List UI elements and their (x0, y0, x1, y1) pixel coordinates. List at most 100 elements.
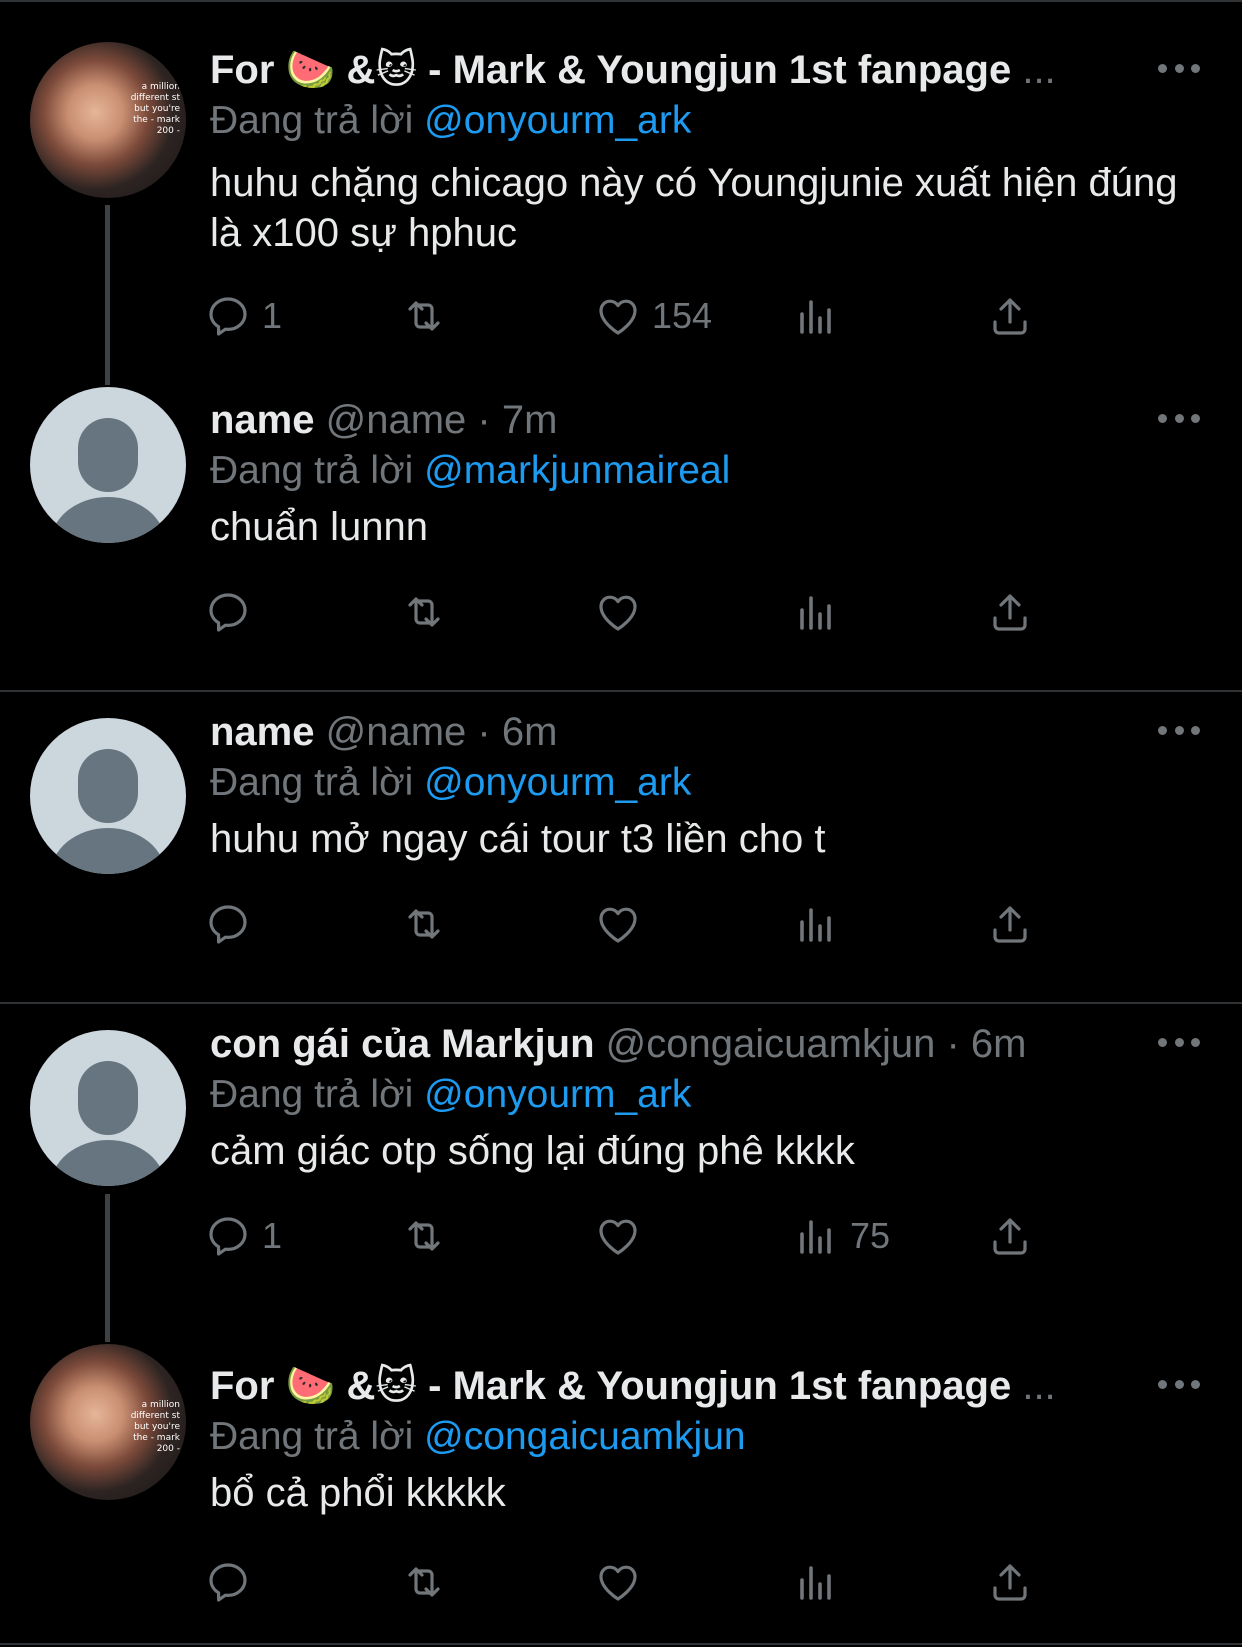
timestamp[interactable]: 6m (971, 1022, 1027, 1066)
user-handle[interactable]: @name (326, 710, 467, 754)
like-button[interactable] (594, 1552, 652, 1612)
more-options-icon[interactable] (1158, 1380, 1200, 1392)
reply-icon (209, 593, 247, 632)
share-button[interactable] (986, 1552, 1034, 1612)
retweet-icon (408, 301, 440, 331)
reply-icon (209, 1563, 247, 1602)
views-button[interactable] (792, 894, 850, 954)
avatar[interactable] (30, 387, 186, 543)
tweet-divider (0, 1002, 1242, 1004)
replying-prefix: Đang trả lời (210, 761, 414, 804)
avatar[interactable]: a million different st but you're the - … (30, 42, 186, 198)
display-name[interactable]: con gái của Markjun (210, 1022, 595, 1066)
more-options-icon[interactable] (1158, 726, 1200, 738)
reply-button[interactable]: 1 (204, 286, 282, 346)
tweet-header: name @name · 7m (210, 392, 1092, 448)
timestamp[interactable]: 6m (502, 710, 558, 754)
avatar[interactable] (30, 1030, 186, 1186)
replying-to-mention[interactable]: @markjunmaireal (424, 449, 730, 492)
tweet-text: huhu chặng chicago này có Youngjunie xuấ… (210, 161, 1178, 255)
retweet-button[interactable] (400, 1206, 458, 1266)
views-button[interactable] (792, 582, 850, 642)
display-name[interactable]: For 🍉 &🐱 - Mark & Youngjun 1st fanpage (210, 48, 1011, 92)
avatar[interactable] (30, 718, 186, 874)
views-button[interactable]: 75 (792, 1206, 890, 1266)
share-icon (993, 906, 1027, 943)
tweet-header: con gái của Markjun @congaicuamkjun · 6m (210, 1016, 1072, 1072)
more-options-icon[interactable] (1158, 1038, 1200, 1050)
avatar-overlay-text: a million different st but you're the - … (130, 1400, 180, 1454)
replying-to: Đang trả lời @congaicuamkjun (210, 1410, 746, 1464)
more-options-icon[interactable] (1158, 414, 1200, 426)
default-avatar-icon (50, 418, 166, 543)
share-button[interactable] (986, 582, 1034, 642)
views-icon (800, 1220, 831, 1254)
display-name[interactable]: For 🍉 &🐱 - Mark & Youngjun 1st fanpage (210, 1364, 1011, 1408)
action-bar (209, 582, 1090, 642)
action-bar: 1 75 (209, 1206, 1090, 1266)
avatar-overlay-text: a million different st but you're the - … (130, 82, 180, 136)
timestamp[interactable]: 7m (502, 398, 558, 442)
display-name[interactable]: name (210, 710, 315, 754)
tweet[interactable]: a million different st but you're the - … (0, 40, 1242, 385)
like-button[interactable] (594, 582, 652, 642)
reply-button[interactable] (204, 1552, 262, 1612)
like-icon (599, 299, 637, 335)
tweet[interactable]: name @name · 7m Đang trả lời @markjunmai… (0, 387, 1242, 655)
views-count: 75 (850, 1215, 891, 1256)
user-handle[interactable]: @congaicuamkjun (606, 1022, 936, 1066)
share-icon (993, 1564, 1027, 1601)
replying-prefix: Đang trả lời (210, 1073, 414, 1116)
separator-dot: · (946, 1022, 960, 1066)
default-avatar-icon (50, 1061, 166, 1186)
tweet-header: For 🍉 &🐱 - Mark & Youngjun 1st fanpage .… (210, 1358, 1092, 1414)
retweet-button[interactable] (400, 286, 458, 346)
action-bar (209, 1552, 1090, 1612)
default-avatar-icon (50, 749, 166, 874)
reply-icon (209, 297, 247, 336)
reply-button[interactable] (204, 582, 262, 642)
replying-prefix: Đang trả lời (210, 99, 414, 142)
tweet[interactable]: name @name · 6m Đang trả lời @onyourm_ar… (0, 702, 1242, 992)
name-truncation: ... (1022, 1364, 1056, 1408)
reply-button[interactable] (204, 894, 262, 954)
avatar[interactable]: a million different st but you're the - … (30, 1344, 186, 1500)
thread-line (105, 1194, 110, 1342)
tweet-text: chuẩn lunnn (210, 505, 428, 549)
share-button[interactable] (986, 894, 1034, 954)
share-icon (993, 298, 1027, 335)
share-button[interactable] (986, 1206, 1034, 1266)
tweet[interactable]: con gái của Markjun @congaicuamkjun · 6m… (0, 1014, 1242, 1342)
replying-to-mention[interactable]: @onyourm_ark (424, 761, 691, 804)
tweet-divider (0, 690, 1242, 692)
like-count: 154 (652, 295, 713, 336)
tweet-text: bổ cả phổi kkkkk (210, 1471, 506, 1515)
tweet-header: For 🍉 &🐱 - Mark & Youngjun 1st fanpage .… (210, 42, 1092, 98)
retweet-button[interactable] (400, 582, 458, 642)
retweet-icon (408, 597, 440, 627)
replying-to-mention[interactable]: @onyourm_ark (424, 1073, 691, 1116)
user-handle[interactable]: @name (326, 398, 467, 442)
replying-to: Đang trả lời @onyourm_ark (210, 756, 691, 810)
reply-button[interactable]: 1 (204, 1206, 282, 1266)
replying-to: Đang trả lời @markjunmaireal (210, 444, 730, 498)
retweet-button[interactable] (400, 1552, 458, 1612)
replying-to-mention[interactable]: @onyourm_ark (424, 99, 691, 142)
more-options-icon[interactable] (1158, 64, 1200, 76)
like-button[interactable] (594, 1206, 652, 1266)
like-button[interactable] (594, 894, 652, 954)
retweet-icon (408, 1221, 440, 1251)
share-icon (993, 1218, 1027, 1255)
retweet-button[interactable] (400, 894, 458, 954)
tweet-divider (0, 1643, 1242, 1645)
display-name[interactable]: name (210, 398, 315, 442)
like-button[interactable]: 154 (594, 286, 712, 346)
share-button[interactable] (986, 286, 1034, 346)
like-icon (599, 907, 637, 943)
reply-count: 1 (262, 295, 283, 336)
tweet-text: cảm giác otp sống lại đúng phê kkkk (210, 1129, 855, 1173)
views-button[interactable] (792, 1552, 850, 1612)
tweet[interactable]: a million different st but you're the - … (0, 1344, 1242, 1638)
replying-to-mention[interactable]: @congaicuamkjun (424, 1415, 745, 1458)
views-button[interactable] (792, 286, 850, 346)
